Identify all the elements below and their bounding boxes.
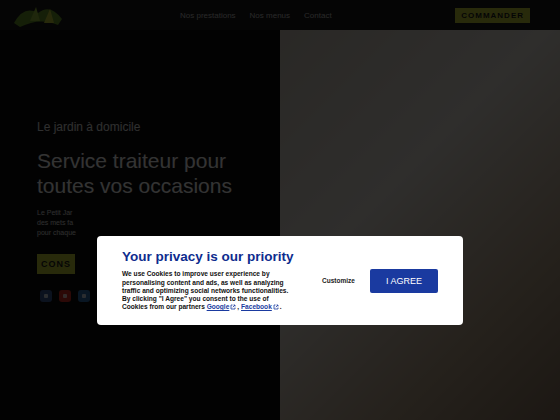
partner-link[interactable]: Facebook: [241, 303, 272, 310]
agree-button[interactable]: I AGREE: [370, 269, 438, 293]
cookie-banner: Your privacy is our priority We use Cook…: [97, 236, 463, 325]
dim-overlay: [0, 0, 560, 420]
separator: ,: [237, 303, 241, 310]
customize-link[interactable]: Customize: [322, 277, 355, 284]
partner-link[interactable]: Google: [207, 303, 230, 310]
separator: .: [280, 303, 282, 310]
banner-title: Your privacy is our priority: [122, 249, 292, 264]
banner-text: We use Cookies to improve user experienc…: [122, 270, 292, 311]
external-link-icon: [230, 304, 236, 310]
external-link-icon: [273, 304, 279, 310]
